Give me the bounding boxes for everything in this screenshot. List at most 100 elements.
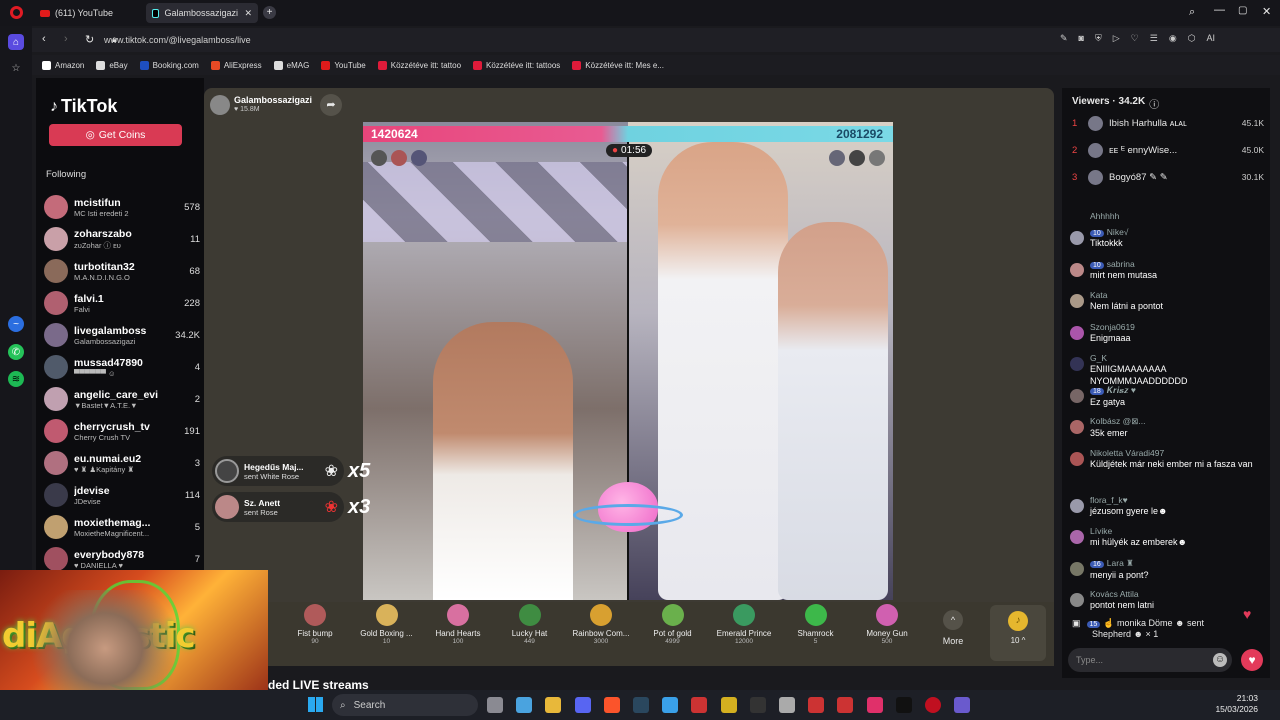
following-item[interactable]: livegalamboss Galambossazigazi 34.2K	[44, 320, 200, 350]
new-tab-button[interactable]: +	[263, 6, 276, 19]
opera-logo-icon[interactable]	[10, 6, 23, 19]
home-icon[interactable]: ⌂	[8, 34, 24, 50]
chat-user[interactable]: 10 sabrina	[1090, 259, 1268, 269]
chat-user[interactable]: Kata	[1090, 290, 1268, 300]
bookmark-item[interactable]: Booking.com	[139, 60, 199, 70]
chat-user[interactable]: Lívike	[1090, 526, 1268, 536]
host-name[interactable]: Galambossazigazi	[234, 95, 312, 105]
top-viewer-item[interactable]: 1 Ibish Harhulla ᴀʟᴀʟ 45.1K	[1072, 113, 1264, 133]
cube-icon[interactable]: ⬡	[1188, 33, 1196, 44]
taskbar-search[interactable]: ⌕ Search	[332, 694, 478, 716]
following-item[interactable]: eu.numai.eu2 ♥ ♜ ♟Kapitány ♜ 3	[44, 448, 200, 478]
coin-app-icon[interactable]	[720, 697, 737, 713]
whatsapp-icon[interactable]: ✆	[8, 344, 24, 360]
winamp-icon[interactable]	[837, 697, 854, 713]
steam-icon[interactable]	[633, 697, 649, 713]
emoji-icon[interactable]: ☺	[1213, 653, 1227, 667]
app-icon[interactable]	[749, 697, 766, 713]
avatar[interactable]	[1070, 294, 1084, 308]
forward-icon[interactable]: ›	[64, 33, 68, 45]
tiktok-app-icon[interactable]	[866, 697, 883, 713]
avatar[interactable]	[1070, 561, 1084, 576]
snipping-icon[interactable]	[516, 697, 533, 713]
chat-user[interactable]: 16 Lara ♜	[1090, 558, 1268, 569]
spotify-icon[interactable]: ≋	[8, 371, 24, 387]
bookmark-item[interactable]: Amazon	[42, 60, 84, 70]
avatar[interactable]	[1070, 262, 1084, 277]
bookmark-item[interactable]: eMAG	[273, 60, 309, 70]
tab-youtube[interactable]: (611) YouTube	[34, 3, 144, 23]
avatar[interactable]	[1070, 388, 1084, 403]
chat-user[interactable]: G_K	[1090, 353, 1268, 363]
messenger-icon[interactable]: ~	[8, 316, 24, 332]
tiktok-icon[interactable]	[895, 697, 912, 713]
top-viewer-item[interactable]: 3 Bogyó87 ✎ ✎ 30.1K	[1072, 167, 1264, 187]
maximize-button[interactable]: ▢	[1238, 5, 1247, 16]
avatar[interactable]	[1070, 325, 1084, 340]
chat-user[interactable]: Kovács Attila	[1090, 589, 1268, 599]
windows-start-icon[interactable]	[308, 697, 323, 712]
gift-item[interactable]: Emerald Prince 12000	[709, 604, 779, 645]
chat-user[interactable]: Szonja0619	[1090, 322, 1268, 332]
get-coins-button[interactable]: ◎ Get Coins	[49, 124, 182, 146]
photos-icon[interactable]	[662, 697, 679, 713]
pk-battle-video[interactable]: 1420624 2081292 ● 01:56	[363, 122, 893, 600]
gift-item[interactable]: Hand Hearts 100	[423, 604, 493, 645]
following-item[interactable]: mcistifun MC Isti eredeti 2 578	[44, 192, 200, 222]
url-field[interactable]: www.tiktok.com/@livegalamboss/live	[104, 30, 1104, 50]
chat-user[interactable]: Kolbász @⊠...	[1090, 416, 1268, 427]
info-icon[interactable]: ⓘ	[1149, 96, 1159, 111]
bookmark-item[interactable]: Közzétéve itt: Mes e...	[572, 60, 664, 70]
tiktok-logo[interactable]: ♪ TikTok	[50, 96, 117, 117]
gift-item[interactable]: Lucky Hat 449	[495, 604, 565, 645]
gift-item[interactable]: Rainbow Com... 3000	[566, 604, 636, 645]
brave-icon[interactable]	[603, 697, 620, 713]
chat-user[interactable]: 10 Nike√	[1090, 227, 1268, 237]
gift-item[interactable]: Shamrock 5	[781, 604, 851, 645]
back-icon[interactable]: ‹	[42, 33, 46, 45]
coin-balance-button[interactable]: ♪ 10 ^	[990, 605, 1046, 661]
more-gifts-button[interactable]: ^ More	[935, 610, 971, 646]
reload-icon[interactable]: ↻	[85, 33, 94, 46]
play-icon[interactable]: ▷	[1113, 33, 1120, 44]
avatar[interactable]	[1070, 451, 1084, 466]
app-red-icon[interactable]	[808, 697, 825, 713]
file-explorer-icon[interactable]	[487, 697, 503, 713]
chat-user[interactable]: flora_f_k♥	[1090, 495, 1268, 505]
avatar[interactable]	[1070, 593, 1084, 607]
bookmark-item[interactable]: Közzétéve itt: tattoo	[377, 60, 461, 70]
bookmark-item[interactable]: eBay	[96, 60, 128, 70]
gift-item[interactable]: Gold Boxing ... 10	[352, 604, 422, 645]
bookmark-item[interactable]: YouTube	[321, 60, 366, 70]
bookmark-item[interactable]: AliExpress	[210, 60, 262, 70]
minimize-button[interactable]: —	[1214, 4, 1225, 16]
close-window-button[interactable]: ✕	[1262, 5, 1271, 18]
bookmark-item[interactable]: Közzétéve itt: tattoos	[473, 60, 560, 70]
taskbar-clock[interactable]: 21:03 15/03/2026	[1215, 693, 1258, 715]
top-viewer-item[interactable]: 2 ᴇᴇ ᴱ ennyWise... 45.0K	[1072, 140, 1264, 160]
host-avatar[interactable]	[210, 95, 230, 115]
search-tabs-icon[interactable]: ⌕	[1189, 6, 1195, 19]
chat-user[interactable]: Nikoletta Váradi497	[1090, 448, 1268, 458]
following-item[interactable]: zoharszabo ᴢᴜZohar ⓘ ᴇᴜ 11	[44, 224, 200, 254]
gift-item[interactable]: Money Gun 500	[852, 604, 922, 645]
discord-icon[interactable]	[574, 697, 591, 713]
list-icon[interactable]: ☰	[1150, 33, 1158, 44]
chat-user[interactable]: 18 𝑲𝒓𝒊𝒔𝒛 ♥	[1090, 385, 1268, 396]
heart-icon[interactable]: ♡	[1131, 33, 1139, 44]
avatar[interactable]	[1070, 498, 1084, 513]
following-item[interactable]: mussad47890 ▀▀▀▀▀▀ ☺ 4	[44, 352, 200, 382]
avatar[interactable]	[1070, 420, 1084, 434]
obs-icon[interactable]	[954, 697, 971, 713]
following-item[interactable]: jdevise JDevise 114	[44, 480, 200, 510]
like-button[interactable]: ♥	[1241, 649, 1263, 671]
gift-item[interactable]: Fist bump 90	[280, 604, 350, 645]
chat-input[interactable]: Type...	[1068, 648, 1232, 672]
opera-icon[interactable]	[925, 697, 941, 713]
ai-button[interactable]: AI	[1207, 33, 1216, 44]
close-icon[interactable]: ✕	[244, 8, 252, 19]
tf-icon[interactable]	[691, 697, 708, 713]
following-item[interactable]: cherrycrush_tv Cherry Crush TV 191	[44, 416, 200, 446]
chat-user[interactable]: Ahhhhh	[1090, 211, 1268, 221]
following-item[interactable]: falvi.1 Falvi 228	[44, 288, 200, 318]
